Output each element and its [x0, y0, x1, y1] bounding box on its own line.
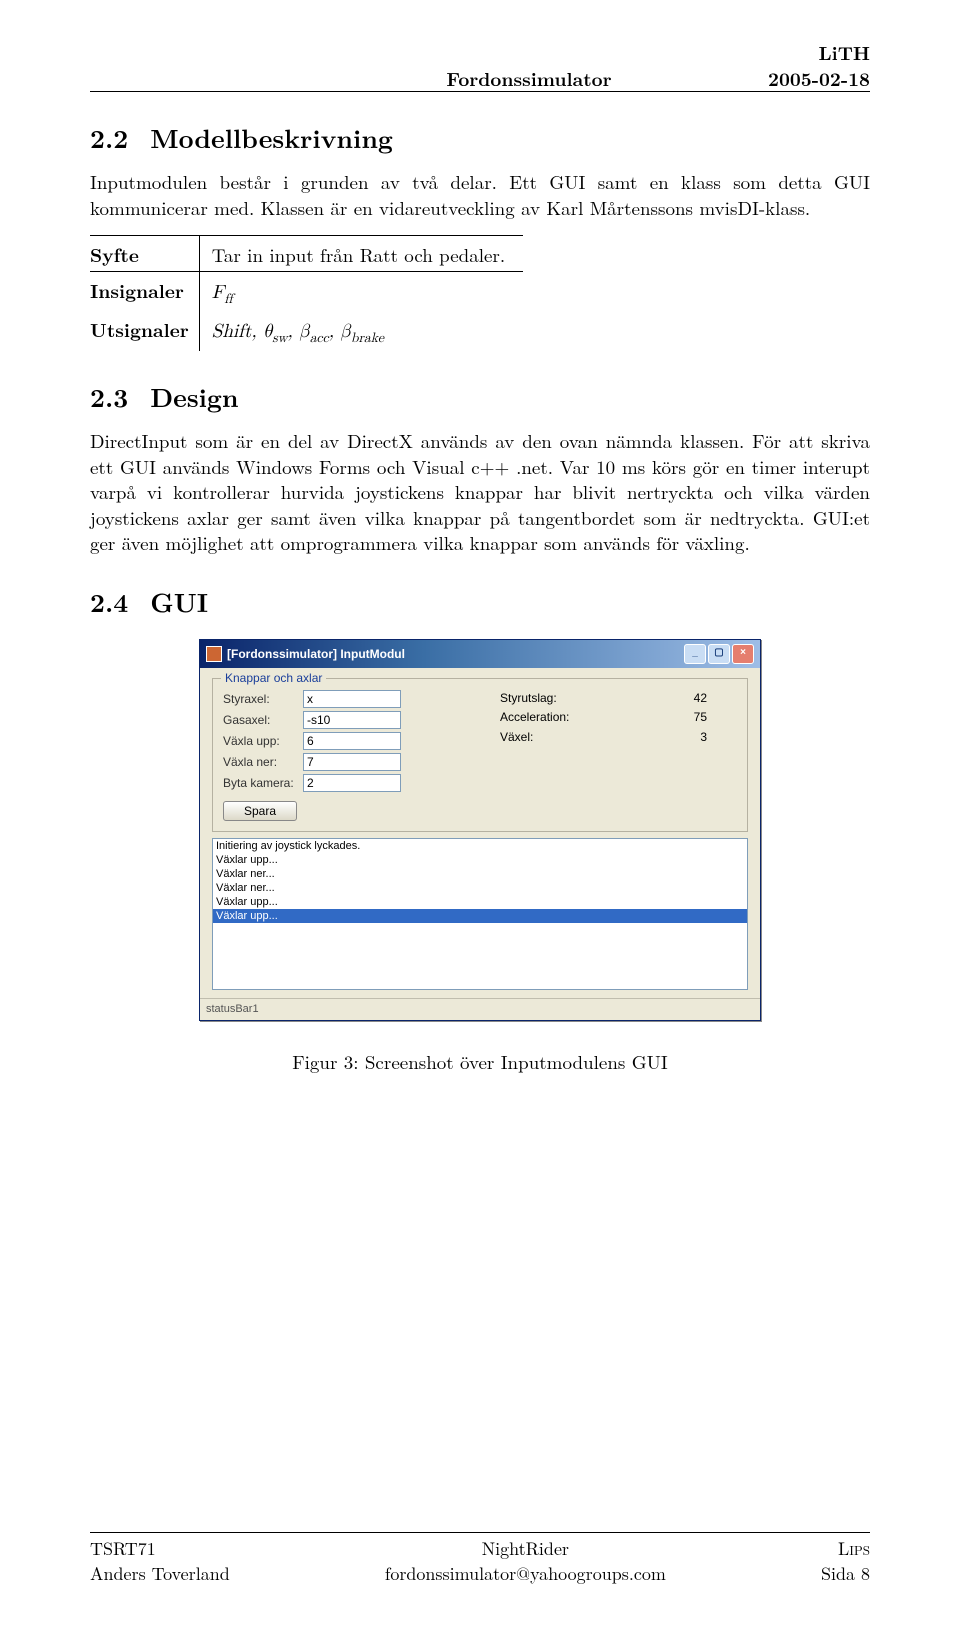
input-vaxla-ner[interactable]: [303, 753, 401, 771]
log-line[interactable]: Växlar upp...: [213, 853, 747, 867]
section-2.3: 2.3 Design: [90, 379, 870, 414]
save-button[interactable]: Spara: [223, 801, 297, 821]
sec-title: GUI: [150, 583, 208, 620]
label-byta-kamera: Byta kamera:: [223, 775, 303, 791]
header-right-bottom: 2005-02-18: [768, 66, 870, 92]
label-acceleration: Acceleration:: [500, 709, 569, 725]
gui-statusbar: statusBar1: [200, 998, 760, 1020]
minimize-button[interactable]: _: [684, 644, 706, 664]
app-icon: [206, 646, 222, 662]
footer-center-top: NightRider: [385, 1537, 666, 1561]
gui-group-knappar: Knappar och axlar Styraxel: Gasaxel: Väx…: [212, 678, 748, 832]
row-syfte-value: Tar in input från Ratt och pedaler.: [199, 235, 523, 272]
label-styrutslag: Styrutslag:: [500, 690, 557, 706]
row-insignaler-label: Insignaler: [90, 272, 199, 313]
section-2.2: 2.2 Modellbeskrivning: [90, 120, 870, 155]
sec-title: Design: [150, 378, 238, 415]
maximize-button[interactable]: ▢: [708, 644, 730, 664]
input-gasaxel[interactable]: [303, 711, 401, 729]
gui-title: [Fordonssimulator] InputModul: [227, 646, 405, 662]
label-vaxla-ner: Växla ner:: [223, 754, 303, 770]
log-line[interactable]: Växlar upp...: [213, 895, 747, 909]
log-line[interactable]: Växlar ner...: [213, 881, 747, 895]
footer-left-top: TSRT71: [90, 1537, 230, 1561]
label-vaxel: Växel:: [500, 729, 533, 745]
header-center: Fordonssimulator: [446, 64, 611, 92]
figure-3: [Fordonssimulator] InputModul _ ▢ × Knap…: [90, 639, 870, 1074]
label-gasaxel: Gasaxel:: [223, 712, 303, 728]
label-vaxla-upp: Växla upp:: [223, 733, 303, 749]
secno: 2.4: [90, 583, 128, 620]
secno: 2.2: [90, 119, 128, 156]
value-vaxel: 3: [700, 729, 707, 745]
footer-right-top: Lips: [821, 1537, 870, 1561]
footer-center-bottom: fordonssimulator@yahoogroups.com: [385, 1562, 666, 1586]
row-utsignaler-value: Shift, θsw, βacc, βbrake: [199, 313, 523, 351]
footer-left-bottom: Anders Toverland: [90, 1562, 230, 1586]
row-insignaler-value: Fff: [199, 272, 523, 313]
row-syfte-label: Syfte: [90, 235, 199, 272]
label-styraxel: Styraxel:: [223, 691, 303, 707]
section-2.4: 2.4 GUI: [90, 584, 870, 619]
p23-body: DirectInput som är en del av DirectX anv…: [90, 428, 870, 556]
log-line[interactable]: Växlar ner...: [213, 867, 747, 881]
gui-titlebar: [Fordonssimulator] InputModul _ ▢ ×: [200, 640, 760, 668]
p22-intro: Inputmodulen består i grunden av två del…: [90, 169, 870, 220]
log-line[interactable]: Initiering av joystick lyckades.: [213, 839, 747, 853]
value-acceleration: 75: [694, 709, 707, 725]
row-utsignaler-label: Utsignaler: [90, 313, 199, 351]
gui-log[interactable]: Initiering av joystick lyckades. Växlar …: [212, 838, 748, 990]
sec-title: Modellbeskrivning: [150, 119, 393, 156]
signal-table: Syfte Tar in input från Ratt och pedaler…: [90, 235, 523, 351]
page-footer: TSRT71 Anders Toverland NightRider fordo…: [90, 1532, 870, 1586]
input-vaxla-upp[interactable]: [303, 732, 401, 750]
header-right-top: LiTH: [768, 40, 870, 66]
value-styrutslag: 42: [694, 690, 707, 706]
figure-caption: Figur 3: Screenshot över Inputmodulens G…: [90, 1049, 870, 1075]
secno: 2.3: [90, 378, 128, 415]
close-button[interactable]: ×: [732, 644, 754, 664]
input-styraxel[interactable]: [303, 690, 401, 708]
log-line-selected[interactable]: Växlar upp...: [213, 909, 747, 923]
footer-right-bottom: Sida 8: [821, 1562, 870, 1586]
gui-window: [Fordonssimulator] InputModul _ ▢ × Knap…: [199, 639, 761, 1021]
gui-group-title: Knappar och axlar: [221, 670, 326, 686]
input-byta-kamera[interactable]: [303, 774, 401, 792]
page-header: Fordonssimulator LiTH 2005-02-18: [90, 40, 870, 92]
